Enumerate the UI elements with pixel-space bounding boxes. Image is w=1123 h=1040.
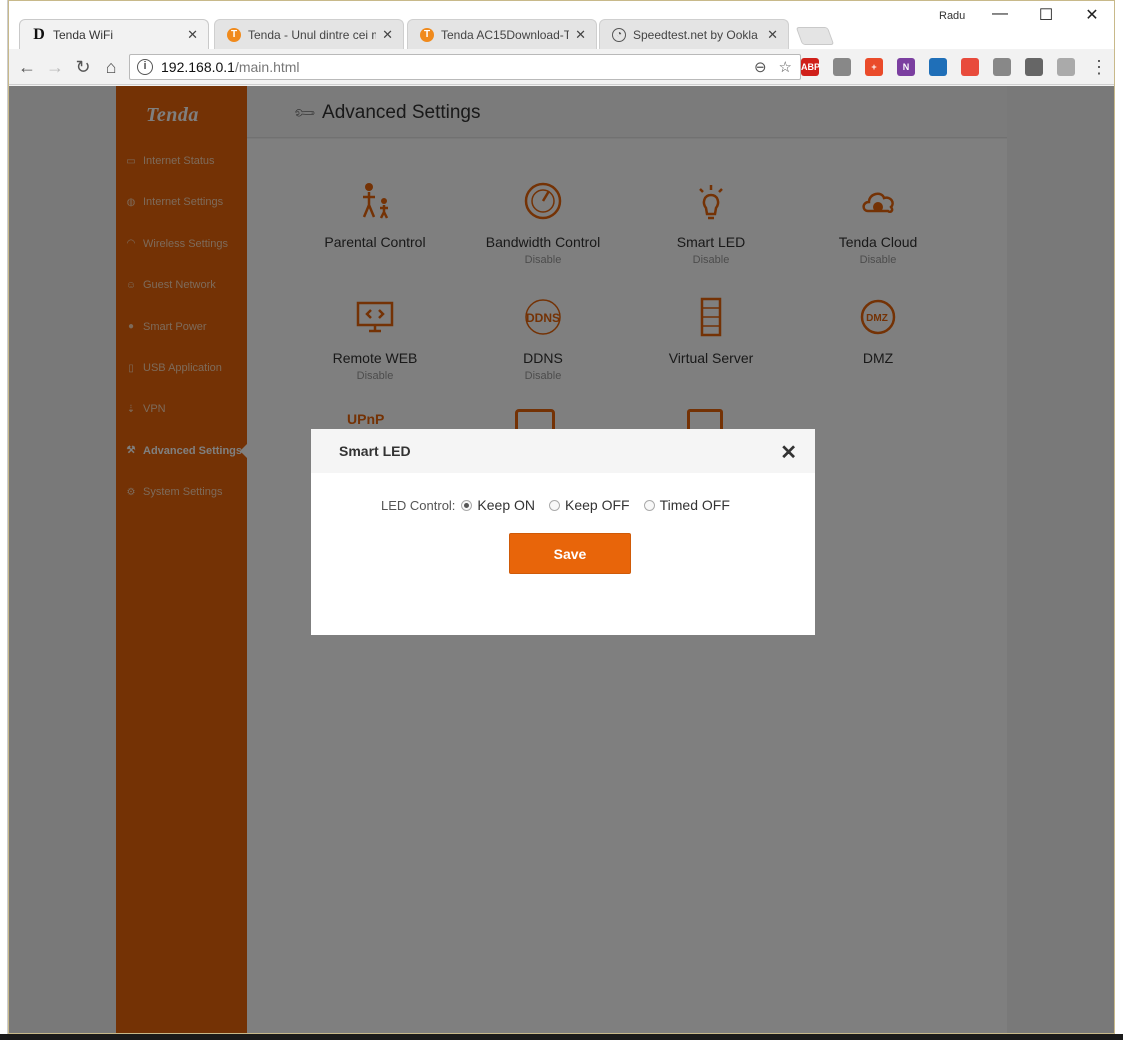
radio-icon[interactable]	[549, 499, 561, 511]
radio-selected-icon[interactable]	[461, 499, 473, 511]
browser-window: D Tenda WiFi ✕ T Tenda - Unul dintre cei…	[8, 0, 1115, 1034]
plus-extension-icon[interactable]: +	[865, 58, 883, 76]
minimize-icon[interactable]: —	[977, 5, 1023, 23]
tab-label: Tenda - Unul dintre cei m	[248, 27, 377, 42]
home-icon[interactable]: ⌂	[99, 55, 123, 79]
pin-icon[interactable]	[1025, 58, 1043, 76]
tab-tenda-article[interactable]: T Tenda - Unul dintre cei m ✕	[214, 19, 404, 49]
camera-icon[interactable]	[833, 58, 851, 76]
info-icon[interactable]: i	[137, 59, 153, 75]
radio-keep-off[interactable]: Keep OFF	[549, 497, 630, 513]
close-icon[interactable]: ✕	[767, 27, 778, 43]
dialog-title: Smart LED	[339, 443, 411, 459]
profile-name[interactable]: Radu	[939, 10, 965, 22]
new-tab-button[interactable]	[795, 27, 835, 45]
tab-label: Tenda AC15Download-Te	[441, 27, 570, 42]
tab-speedtest[interactable]: ◔ Speedtest.net by Ookla - ✕	[599, 19, 789, 49]
d-logo-icon: D	[33, 25, 45, 43]
desktop-background-right	[1115, 0, 1123, 1040]
taskbar-edge	[0, 1034, 1123, 1040]
address-bar[interactable]: i 192.168.0.1/main.html ⊖ ☆	[129, 54, 801, 80]
back-arrow-icon[interactable]: ←	[15, 55, 39, 79]
history-icon[interactable]	[993, 58, 1011, 76]
dialog-header: Smart LED ✕	[311, 429, 815, 473]
url-host: 192.168.0.1	[161, 59, 235, 75]
browser-toolbar: ← → ↻ ⌂ i 192.168.0.1/main.html ⊖ ☆ ABP +…	[9, 49, 1114, 85]
reload-icon[interactable]: ↻	[71, 55, 95, 79]
tenda-icon: T	[227, 27, 241, 42]
globe-extension-icon[interactable]	[929, 58, 947, 76]
menu-dots-icon[interactable]: ⋮	[1087, 55, 1111, 79]
led-control-row: LED Control: Keep ON Keep OFF Timed OFF	[381, 497, 744, 513]
radio-icon[interactable]	[643, 499, 655, 511]
zoom-icon[interactable]: ⊖	[754, 58, 767, 76]
radio-label: Timed OFF	[659, 497, 730, 513]
url-path: /main.html	[234, 59, 300, 75]
close-icon[interactable]: ✕	[382, 27, 393, 43]
close-icon[interactable]: ✕	[575, 27, 586, 43]
bookmark-star-icon[interactable]: ☆	[779, 58, 792, 76]
led-control-label: LED Control:	[381, 497, 456, 513]
tenda-icon: T	[420, 27, 434, 42]
page-viewport: Tenda ▭Internet Status◍Internet Settings…	[9, 86, 1114, 1033]
radio-timed-off[interactable]: Timed OFF	[643, 497, 730, 513]
maximize-icon[interactable]: ☐	[1023, 5, 1069, 25]
speedometer-icon: ◔	[612, 27, 626, 42]
save-button[interactable]: Save	[509, 533, 631, 574]
pocket-extension-icon[interactable]	[961, 58, 979, 76]
close-icon[interactable]: ✕	[780, 440, 797, 465]
forward-arrow-icon[interactable]: →	[43, 55, 67, 79]
radio-label: Keep OFF	[565, 497, 630, 513]
tab-tenda-wifi[interactable]: D Tenda WiFi ✕	[19, 19, 209, 49]
onenote-icon[interactable]: N	[897, 58, 915, 76]
smart-led-dialog: Smart LED ✕ LED Control: Keep ON Keep OF…	[311, 429, 815, 635]
grid-extension-icon[interactable]	[1057, 58, 1075, 76]
radio-keep-on[interactable]: Keep ON	[461, 497, 535, 513]
window-close-icon[interactable]: ✕	[1069, 5, 1115, 25]
adblock-icon[interactable]: ABP	[801, 58, 820, 76]
desktop-background-left	[0, 0, 8, 1040]
tab-tenda-download[interactable]: T Tenda AC15Download-Te ✕	[407, 19, 597, 49]
tab-label: Speedtest.net by Ookla -	[633, 27, 762, 42]
radio-label: Keep ON	[477, 497, 536, 513]
close-icon[interactable]: ✕	[187, 27, 198, 43]
tab-label: Tenda WiFi	[53, 27, 114, 42]
title-bar: D Tenda WiFi ✕ T Tenda - Unul dintre cei…	[9, 1, 1114, 49]
